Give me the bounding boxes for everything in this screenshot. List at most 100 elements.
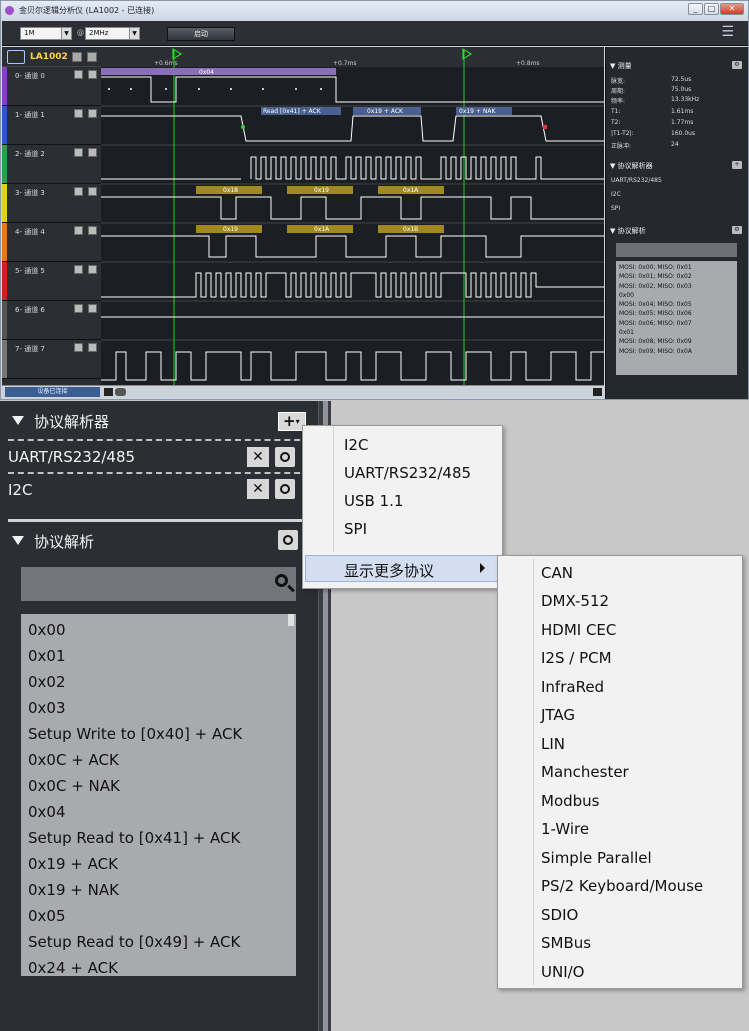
waveform-area[interactable]: +0.6ms +0.7ms +0.8ms 0x04 Read [0x41] + … [101,47,604,385]
right-decode-list[interactable]: MOSI: 0x00; MISO: 0x01 MOSI: 0x01; MISO:… [616,261,737,375]
decode-header[interactable]: 协议解析 [12,531,94,552]
list-item[interactable]: 0x0C + ACK [28,751,119,769]
scroll-thumb[interactable] [115,388,126,396]
channel-settings-icon[interactable] [74,343,83,352]
channel-close-icon[interactable] [88,148,97,157]
menu-item[interactable]: 1-Wire [541,820,589,838]
menu-item[interactable]: I2S / PCM [541,649,612,667]
channel-settings-icon[interactable] [74,70,83,79]
channel-settings-icon[interactable] [74,148,83,157]
channel-settings-icon[interactable] [74,187,83,196]
menu-item[interactable]: CAN [541,564,573,582]
menu-item-uart[interactable]: UART/RS232/485 [344,464,471,482]
menu-item[interactable]: DMX-512 [541,592,609,610]
menu-item[interactable]: JTAG [541,706,575,724]
list-item[interactable]: Setup Write to [0x40] + ACK [28,725,242,743]
menu-item[interactable]: InfraRed [541,678,604,696]
channel-row[interactable]: 5- 通道 5 [2,262,101,301]
scroll-left-icon[interactable] [104,388,113,396]
measure-settings-icon[interactable]: ⚙ [732,61,742,69]
analyzers-header[interactable]: 协议解析器 [12,411,109,432]
channel-close-icon[interactable] [88,343,97,352]
menu-item[interactable]: PS/2 Keyboard/Mouse [541,877,703,895]
list-item[interactable]: 0x04 [28,803,66,821]
list-item: MOSI: 0x09; MISO: 0x0A [619,347,692,355]
menu-item[interactable]: LIN [541,735,565,753]
channel-row[interactable]: 2- 通道 2 [2,145,101,184]
menu-item[interactable]: Modbus [541,792,599,810]
channel-close-icon[interactable] [88,109,97,118]
start-button[interactable]: 启动 [167,27,235,41]
right-search-input[interactable] [616,243,737,257]
channel-settings-icon[interactable] [74,265,83,274]
list-item[interactable]: 0x19 + NAK [28,881,119,899]
ch0-decode-label: 0x04 [199,69,214,76]
list-item[interactable]: 0x05 [28,907,66,925]
collapse-triangle-icon[interactable] [12,416,24,425]
channel-settings-icon[interactable] [74,109,83,118]
decode-settings-icon[interactable]: ⚙ [732,226,742,234]
menu-item[interactable]: Manchester [541,763,629,781]
list-item[interactable]: 0x19 + ACK [28,855,118,873]
list-item[interactable]: 0x01 [28,647,66,665]
channel-row[interactable]: 4- 通道 4 [2,223,101,262]
device-settings-icon[interactable] [72,52,82,62]
channel-close-icon[interactable] [88,70,97,79]
minimize-button[interactable]: _ [688,3,703,15]
channel-close-icon[interactable] [88,304,97,313]
channel-settings-icon[interactable] [74,226,83,235]
gear-icon[interactable] [278,530,298,550]
add-analyzer-icon[interactable]: + [732,161,742,169]
menu-item[interactable]: SDIO [541,906,578,924]
menu-item-more[interactable]: 显示更多协议 [344,560,434,581]
list-item[interactable]: 0x24 + ACK [28,959,118,976]
measure-value: 1.77ms [671,119,694,126]
analyzer-item[interactable]: SPI [611,205,745,212]
channel-row[interactable]: 3- 通道 3 [2,184,101,223]
remove-analyzer-icon[interactable]: ✕ [247,479,269,499]
list-item[interactable]: 0x0C + NAK [28,777,120,795]
list-scroll-thumb[interactable] [288,614,294,626]
list-item[interactable]: 0x02 [28,673,66,691]
analyzer-i2c[interactable]: I2C [8,481,32,499]
menu-item-spi[interactable]: SPI [344,520,367,538]
menu-item[interactable]: HDMI CEC [541,621,616,639]
list-item[interactable]: Setup Read to [0x41] + ACK [28,829,240,847]
search-icon[interactable] [275,574,288,587]
sample-rate-select[interactable]: 2MHz ▼ [85,27,140,40]
sample-depth-select[interactable]: 1M ▼ [20,27,72,40]
search-input[interactable] [21,567,296,601]
list-item[interactable]: Setup Read to [0x49] + ACK [28,933,240,951]
channel-settings-icon[interactable] [74,304,83,313]
channel-close-icon[interactable] [88,187,97,196]
analyzer-item[interactable]: I2C [611,191,745,198]
channel-row[interactable]: 1- 通道 1 [2,106,101,145]
channel-row[interactable]: 7- 通道 7 [2,340,101,379]
menu-item-usb[interactable]: USB 1.1 [344,492,403,510]
analyzer-item[interactable]: UART/RS232/485 [611,177,745,184]
menu-item[interactable]: Simple Parallel [541,849,652,867]
horizontal-scrollbar[interactable]: 设备已连接 [2,385,604,398]
connection-status: 设备已连接 [5,387,100,397]
device-close-icon[interactable] [87,52,97,62]
maximize-button[interactable]: □ [704,3,719,15]
channel-row[interactable]: 0- 通道 0 [2,67,101,106]
menu-item[interactable]: UNI/O [541,963,584,981]
gear-icon[interactable] [275,479,295,499]
analyzer-uart[interactable]: UART/RS232/485 [8,448,135,466]
list-item[interactable]: 0x03 [28,699,66,717]
channel-close-icon[interactable] [88,226,97,235]
hamburger-menu-icon[interactable]: ☰ [721,24,734,40]
gear-icon[interactable] [275,447,295,467]
remove-analyzer-icon[interactable]: ✕ [247,447,269,467]
collapse-triangle-icon[interactable] [12,536,24,545]
menu-item-i2c[interactable]: I2C [344,436,368,454]
list-item[interactable]: 0x00 [28,621,66,639]
close-button[interactable]: ✕ [720,3,744,15]
scroll-right-icon[interactable] [593,388,602,396]
channel-row[interactable]: 6- 通道 6 [2,301,101,340]
menu-item[interactable]: SMBus [541,934,591,952]
channel-close-icon[interactable] [88,265,97,274]
decode-section-title: ▼ 协议解析 [610,227,646,235]
decode-list[interactable]: 0x00 0x01 0x02 0x03 Setup Write to [0x40… [21,614,296,976]
